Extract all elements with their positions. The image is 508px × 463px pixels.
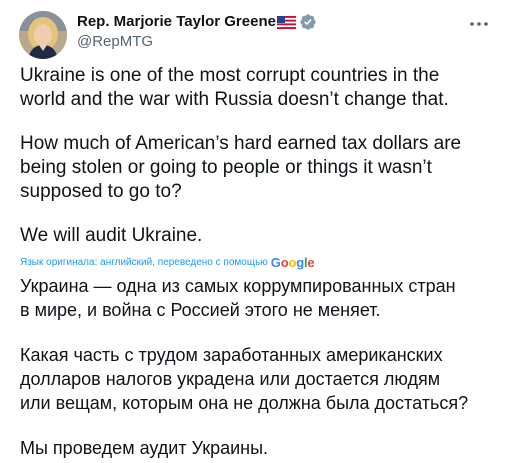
verified-badge-icon xyxy=(299,13,317,31)
avatar[interactable] xyxy=(19,11,67,59)
translation-note: Язык оригинала: английский, переведено с… xyxy=(20,257,268,268)
translated-paragraph: Мы проведем аудит Украины. xyxy=(20,438,269,458)
author-name-row[interactable]: Rep. Marjorie Taylor Greene xyxy=(77,12,317,31)
tweet-text: Ukraine is one of the most corrupt count… xyxy=(20,64,490,248)
tweet-paragraph: How much of American’s hard earned tax d… xyxy=(20,133,462,202)
tweet-paragraph: We will audit Ukraine. xyxy=(20,225,203,246)
author-name[interactable]: Rep. Marjorie Taylor Greene xyxy=(77,12,276,31)
translation-attribution[interactable]: Язык оригинала: английский, переведено с… xyxy=(20,255,315,270)
google-logo: Google xyxy=(270,255,315,270)
author-handle[interactable]: @RepMTG xyxy=(77,32,317,51)
tweet-card: Rep. Marjorie Taylor Greene @RepMTG Ukra… xyxy=(0,0,508,463)
us-flag-icon xyxy=(276,15,296,29)
author-block: Rep. Marjorie Taylor Greene @RepMTG xyxy=(77,12,317,51)
translated-text: Украина — одна из самых коррумпированных… xyxy=(20,274,500,460)
translated-paragraph: Украина — одна из самых коррумпированных… xyxy=(20,276,456,320)
avatar-image xyxy=(19,11,67,59)
more-options-icon[interactable] xyxy=(468,13,490,35)
tweet-paragraph: Ukraine is one of the most corrupt count… xyxy=(20,65,449,110)
translated-paragraph: Какая часть с трудом заработанных америк… xyxy=(20,345,469,413)
